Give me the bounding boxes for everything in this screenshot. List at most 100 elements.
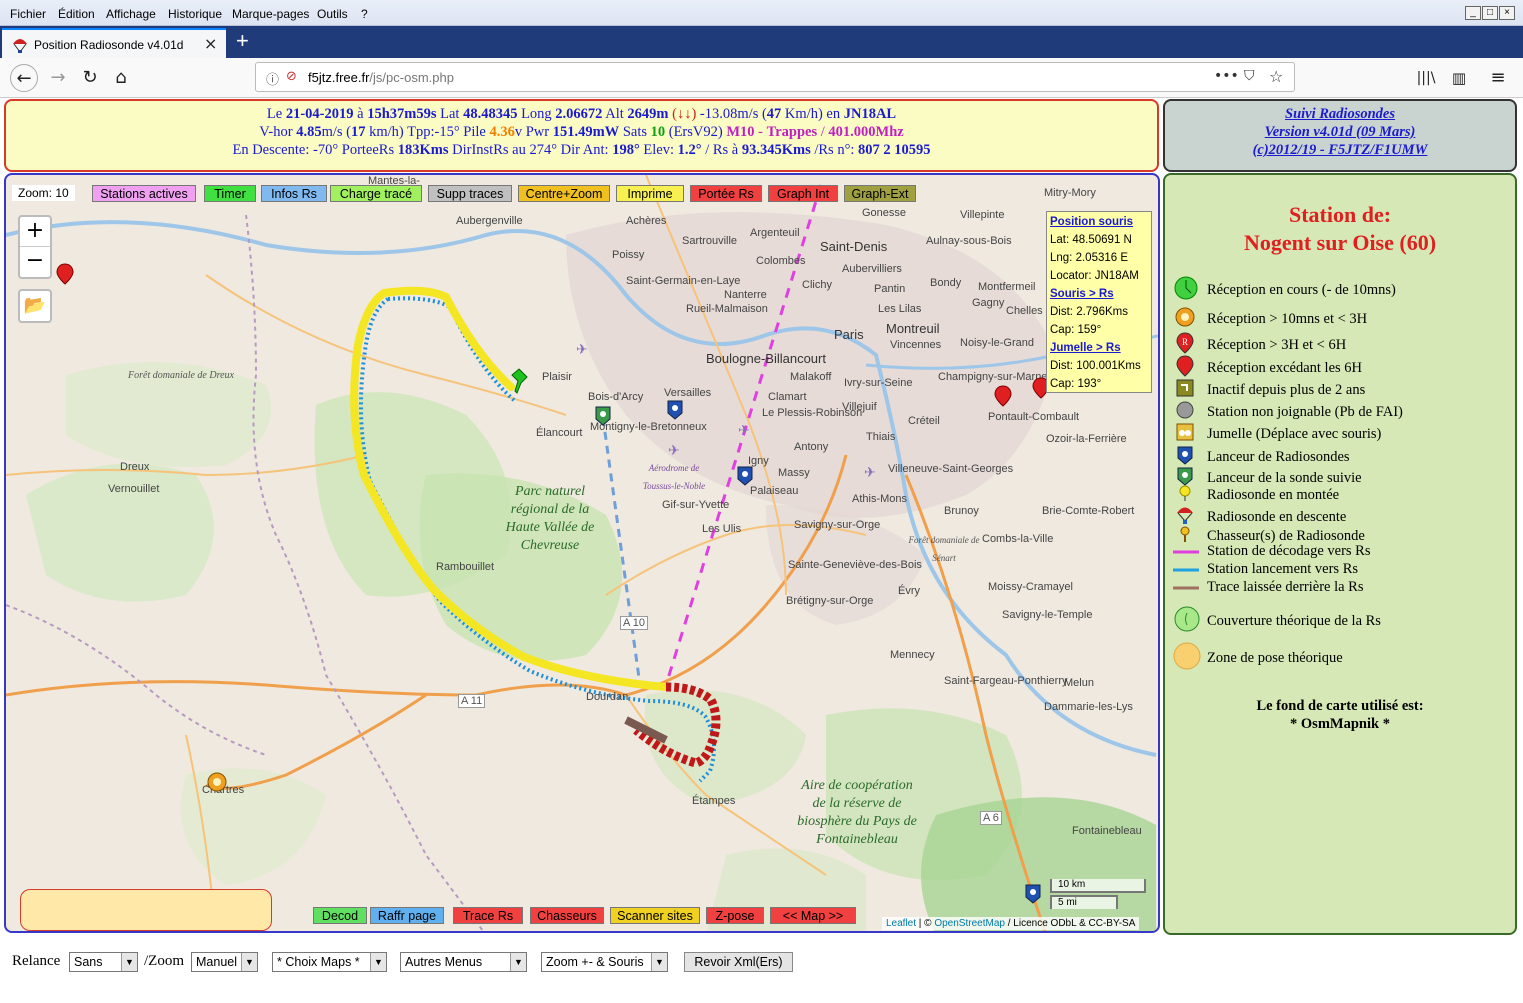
brown-line-icon [1173, 579, 1199, 596]
map-attribution: Leaflet | © OpenStreetMap / Licence ODbL… [882, 917, 1140, 930]
back-icon[interactable]: ← [10, 64, 38, 92]
red-station-marker-icon[interactable] [56, 263, 74, 285]
forward-icon[interactable]: → [44, 64, 72, 92]
t: Sats [619, 124, 651, 140]
cyan-line-icon [1173, 561, 1199, 578]
chevron-down-icon: ▼ [121, 953, 137, 971]
top-button-8[interactable]: Graph Int [768, 185, 838, 202]
town-label: Montreuil [886, 321, 940, 336]
menu-help[interactable]: ? [361, 7, 368, 21]
top-button-3[interactable]: Charge tracé [330, 185, 422, 202]
attrib-licence: / Licence ODbL & CC-BY-SA [1004, 918, 1136, 929]
chevron-down-icon: ▼ [370, 953, 386, 971]
town-label: Plaisir [542, 371, 572, 383]
leaflet-link[interactable]: Leaflet [886, 918, 916, 929]
binoculars-to-rs-link[interactable]: Jumelle > Rs [1050, 339, 1148, 357]
zoom-select[interactable]: Manuel ▼ [191, 952, 258, 972]
orange-marker-icon [1173, 305, 1197, 334]
green-pushpin-icon[interactable] [508, 367, 530, 395]
town-label: Bondy [930, 277, 962, 289]
mouse-to-rs-link[interactable]: Souris > Rs [1050, 285, 1148, 303]
bottom-button-4[interactable]: Scanner sites [610, 907, 700, 924]
menu-fichier[interactable]: Fichier [10, 7, 46, 21]
top-button-2[interactable]: Infos Rs [261, 185, 327, 202]
info-line-1: Le 21-04-2019 à 15h37m59s Lat 48.48345 L… [6, 105, 1157, 123]
map-container[interactable]: Mantes-la- Aubergenville Achères Sartrouvil… [4, 173, 1160, 933]
url-path: /js/pc-osm.php [369, 70, 454, 85]
top-button-9[interactable]: Graph-Ext [844, 185, 916, 202]
town-label: Brunoy [944, 505, 979, 517]
mouse-position-title[interactable]: Position souris [1050, 213, 1148, 231]
info-lat: 48.48345 [463, 106, 518, 122]
legend-item: Couverture théorique de la Rs [1173, 605, 1381, 638]
bottom-button-6[interactable]: << Map >> [770, 907, 856, 924]
url-bar[interactable]: ⓘ ⊘ f5jtz.free.fr/js/pc-osm.php ••• ⛉ ☆ [255, 62, 1295, 92]
menu-edition[interactable]: Édition [58, 7, 95, 21]
bottom-button-0[interactable]: Decod [313, 907, 367, 924]
version-link-title[interactable]: Suivi Radiosondes [1165, 105, 1515, 123]
top-button-5[interactable]: Centre+Zoom [518, 185, 610, 202]
pocket-icon[interactable]: ⛉ [1244, 68, 1255, 84]
town-label: Aulnay-sous-Bois [926, 235, 1012, 247]
info-time: 15h37m59s [367, 106, 437, 122]
home-icon[interactable]: ⌂ [107, 64, 135, 92]
magenta-line-icon [1173, 543, 1199, 560]
tab-active[interactable]: Position Radiosonde v4.01d × [2, 28, 226, 58]
legend-item-label: Couverture théorique de la Rs [1207, 612, 1381, 629]
hamburger-menu-icon[interactable]: ≡ [1484, 64, 1512, 92]
launcher-marker-icon[interactable] [666, 399, 684, 421]
orange-station-marker-icon[interactable] [206, 771, 228, 795]
road-label-a10: A 10 [620, 616, 649, 630]
red-station-marker-icon[interactable] [994, 385, 1012, 407]
top-button-1[interactable]: Timer [204, 185, 256, 202]
bottom-button-2[interactable]: Trace Rs [453, 907, 523, 924]
top-button-0[interactable]: Stations actives [92, 185, 196, 202]
attrib-sep: | © [916, 918, 935, 929]
insecure-lock-icon[interactable]: ⊘ [286, 69, 297, 84]
reload-icon[interactable]: ↻ [76, 64, 104, 92]
sidebar-icon[interactable]: ▥ [1445, 64, 1473, 92]
bottom-button-1[interactable]: Raffr page [370, 907, 444, 924]
legend-item-label: Lanceur de Radiosondes [1207, 448, 1350, 465]
close-window-icon[interactable]: × [1499, 6, 1515, 20]
town-label: Bois-d'Arcy [588, 391, 644, 403]
maximize-icon[interactable]: □ [1482, 6, 1498, 20]
town-label: Savigny-sur-Orge [794, 519, 881, 531]
library-icon[interactable]: |||\ [1412, 64, 1440, 92]
maps-select[interactable]: * Choix Maps * ▼ [272, 952, 387, 972]
launcher-marker-icon[interactable] [1024, 883, 1042, 905]
town-label: Boulogne-Billancourt [706, 351, 826, 366]
browser-window: Fichier Édition Affichage Historique Mar… [0, 0, 1523, 1003]
menu-historique[interactable]: Historique [168, 7, 222, 21]
top-button-6[interactable]: Imprime [616, 185, 684, 202]
tab-close-icon[interactable]: × [204, 34, 217, 53]
new-tab-button[interactable]: + [236, 28, 249, 54]
town-label: Villepinte [960, 209, 1005, 221]
legend-item-label: Chasseur(s) de Radiosonde [1207, 527, 1365, 544]
town-label: Combs-la-Ville [982, 533, 1054, 545]
launcher-marker-icon[interactable] [736, 465, 754, 487]
minimize-icon[interactable]: _ [1465, 6, 1481, 20]
info-icon[interactable]: ⓘ [266, 69, 279, 88]
version-link-version[interactable]: Version v4.01d (09 Mars) [1165, 123, 1515, 141]
menu-marque-pages[interactable]: Marque-pages [232, 7, 309, 21]
top-button-4[interactable]: Supp traces [428, 185, 512, 202]
zoom-in-button[interactable]: + [20, 217, 50, 247]
relance-select[interactable]: Sans ▼ [69, 952, 138, 972]
bookmark-star-icon[interactable]: ☆ [1269, 67, 1283, 86]
menus-select[interactable]: Autres Menus ▼ [400, 952, 527, 972]
osm-link[interactable]: OpenStreetMap [934, 918, 1005, 929]
menu-outils[interactable]: Outils [317, 7, 348, 21]
zoom-out-button[interactable]: − [20, 247, 50, 277]
version-link-copyright[interactable]: (c)2012/19 - F5JTZ/F1UMW [1165, 141, 1515, 159]
top-button-7[interactable]: Portée Rs [690, 185, 762, 202]
zoom-souris-select[interactable]: Zoom +- & Souris ▼ [541, 952, 668, 972]
bottom-button-5[interactable]: Z-pose [706, 907, 764, 924]
bottom-button-3[interactable]: Chasseurs [530, 907, 604, 924]
revoir-xml-button[interactable]: Revoir Xml(Ers) [684, 952, 793, 972]
page-actions-icon[interactable]: ••• [1214, 68, 1239, 84]
menu-affichage[interactable]: Affichage [106, 7, 156, 21]
launcher-followed-marker-icon[interactable] [594, 405, 612, 427]
open-folder-icon[interactable]: 📂 [18, 289, 52, 323]
town-label: Ozoir-la-Ferrière [1046, 433, 1127, 445]
